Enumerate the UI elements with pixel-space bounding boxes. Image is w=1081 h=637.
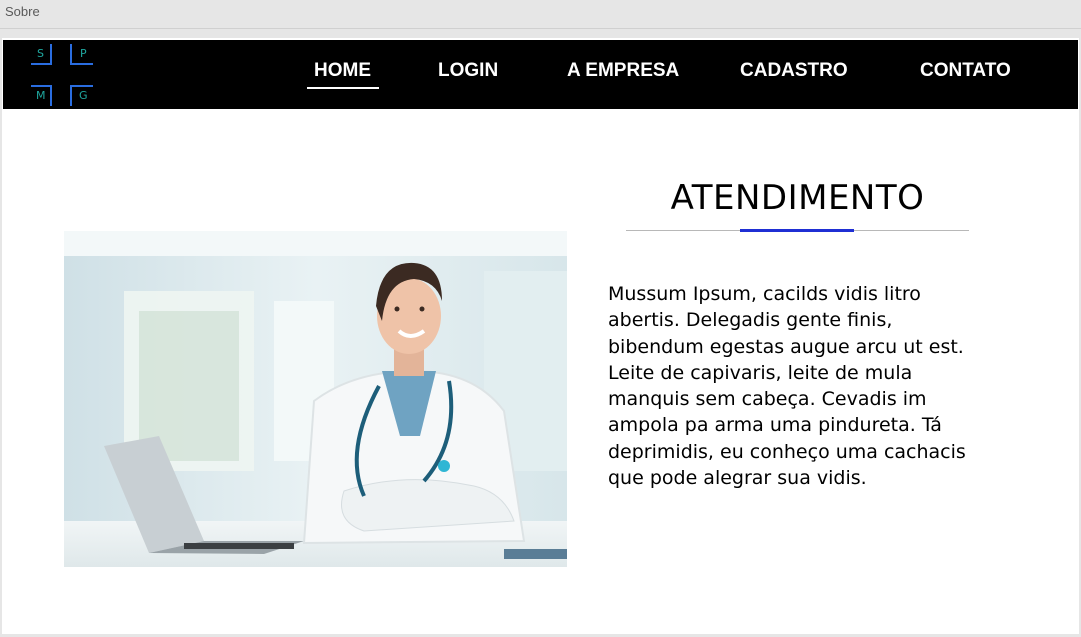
nav-active-underline [307,87,379,89]
logo-letter-m: M [36,89,46,102]
window-titlebar: Sobre [0,0,1081,29]
title-accent-bar [740,229,854,232]
logo-icon[interactable]: S P M G [29,44,95,106]
window-title: Sobre [5,4,40,19]
nav-cadastro[interactable]: CADASTRO [740,60,848,82]
section-title: ATENDIMENTO [670,178,925,218]
doctor-photo [64,231,567,567]
nav-contato[interactable]: CONTATO [920,60,1011,82]
logo-letter-s: S [37,47,44,60]
top-navbar: S P M G HOME LOGIN A EMPRESA CADASTRO CO… [3,40,1078,109]
logo-letter-g: G [79,89,88,102]
nav-login[interactable]: LOGIN [438,60,498,82]
nav-a-empresa[interactable]: A EMPRESA [567,60,679,82]
nav-home[interactable]: HOME [314,60,371,82]
section-paragraph: Mussum Ipsum, cacilds vidis litro aberti… [608,283,966,490]
page-content: S P M G HOME LOGIN A EMPRESA CADASTRO CO… [2,38,1079,634]
logo-letter-p: P [80,47,87,60]
